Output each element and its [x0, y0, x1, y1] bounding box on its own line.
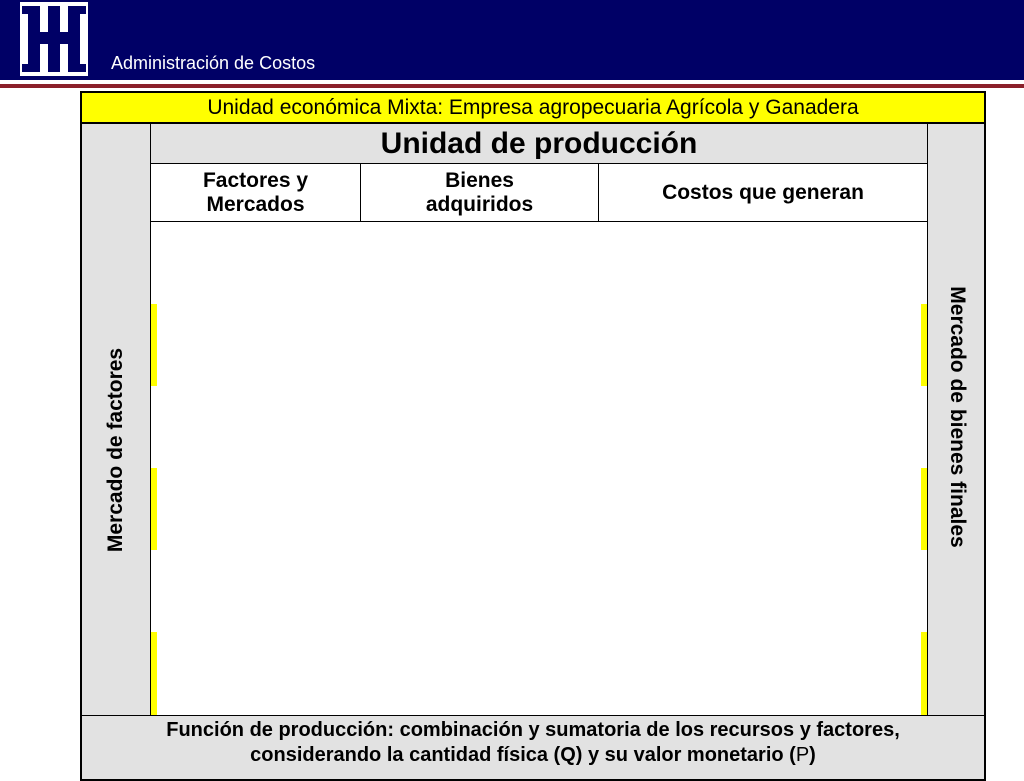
column-header-factors-line1: Factores y — [202, 168, 309, 192]
column-header-goods-line1: Bienes — [445, 168, 514, 192]
column-header-factors: Factores y Mercados — [151, 164, 361, 222]
production-unit-table: Unidad económica Mixta: Empresa agropecu… — [80, 91, 986, 781]
factor-market-label: Mercado de factores — [104, 347, 127, 553]
footer-line-2-close: ) — [809, 744, 816, 766]
production-unit-title: Unidad de producción — [151, 124, 927, 164]
row-band-left — [151, 468, 157, 550]
footer-line-2-text: considerando la cantidad física (Q) y su… — [250, 744, 796, 766]
final-goods-market-column: Mercado de bienes finales — [927, 124, 984, 715]
column-header-costs-label: Costos que generan — [662, 180, 864, 204]
factor-market-column: Mercado de factores — [82, 124, 151, 715]
header-title: Administración de Costos — [111, 53, 316, 73]
column-header-goods-line2: adquiridos — [425, 192, 534, 216]
column-header-goods: Bienes adquiridos — [361, 164, 599, 222]
footer-line-2-p: P — [795, 744, 810, 766]
row-band-left — [151, 304, 157, 386]
column-header-factors-line2: Mercados — [206, 192, 305, 216]
table-body — [151, 222, 927, 715]
final-goods-market-label: Mercado de bienes finales — [946, 286, 969, 548]
production-function-footer: Función de producción: combinación y sum… — [82, 715, 984, 779]
slide-header: Administración de Costos — [0, 0, 1024, 80]
economic-unit-banner: Unidad económica Mixta: Empresa agropecu… — [82, 93, 984, 124]
utn-logo-icon — [20, 2, 88, 76]
footer-line-2: considerando la cantidad física (Q) y su… — [82, 743, 984, 768]
footer-line-1: Función de producción: combinación y sum… — [166, 719, 900, 741]
column-header-costs: Costos que generan — [599, 164, 927, 222]
row-band-left — [151, 632, 157, 715]
header-divider-red — [0, 84, 1024, 88]
